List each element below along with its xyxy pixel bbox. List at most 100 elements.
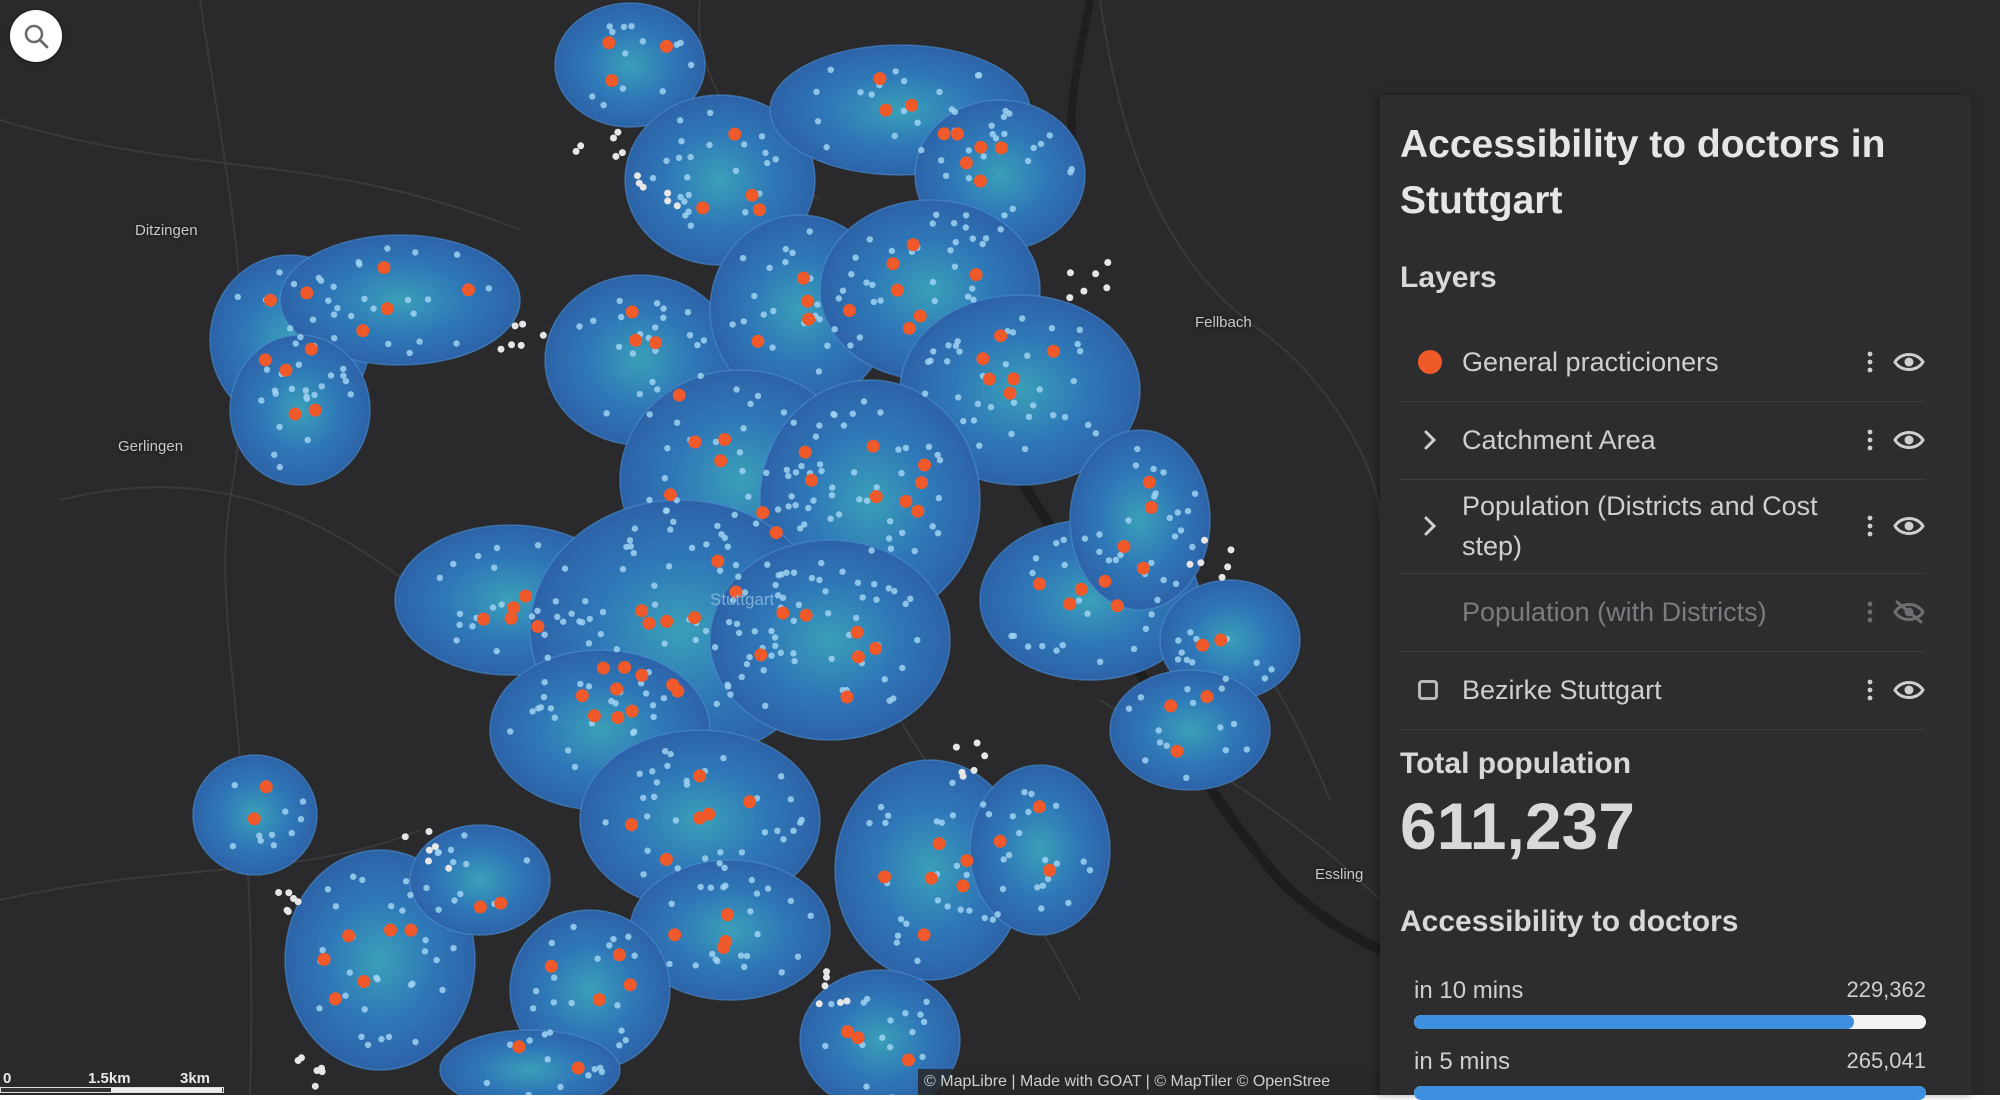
doctor-dot[interactable] [751,334,765,348]
doctor-dot[interactable] [660,614,674,628]
doctor-dot[interactable] [851,650,865,664]
doctor-dot[interactable] [279,363,293,377]
doctor-dot[interactable] [625,818,638,832]
chevron-right-icon[interactable] [1418,514,1442,538]
doctor-dot[interactable] [531,620,545,633]
map-attribution[interactable]: © MapLibre | Made with GOAT | © MapTiler… [918,1069,1390,1095]
doctor-dot[interactable] [851,1031,865,1045]
doctor-dot[interactable] [805,473,818,487]
doctor-dot[interactable] [714,454,728,468]
doctor-dot[interactable] [625,704,639,718]
doctor-dot[interactable] [602,36,616,50]
doctor-dot[interactable] [976,352,990,366]
doctor-dot[interactable] [575,689,589,703]
doctor-dot[interactable] [462,283,475,297]
doctor-dot[interactable] [902,1053,915,1067]
doctor-dot[interactable] [993,834,1007,848]
doctor-dot[interactable] [913,309,927,323]
doctor-dot[interactable] [721,908,734,922]
doctor-dot[interactable] [660,39,673,53]
doctor-dot[interactable] [611,711,625,724]
doctor-dot[interactable] [932,837,946,851]
layer-row-general-practitioners[interactable]: General practicioners [1400,323,1925,402]
more-options-icon[interactable] [1865,600,1875,624]
doctor-dot[interactable] [1117,540,1131,553]
visibility-eye-icon[interactable] [1893,428,1925,452]
doctor-dot[interactable] [797,271,810,285]
doctor-dot[interactable] [612,948,626,962]
doctor-dot[interactable] [1142,475,1156,489]
doctor-dot[interactable] [1063,597,1077,611]
doctor-dot[interactable] [587,709,601,723]
doctor-dot[interactable] [642,616,656,630]
doctor-dot[interactable] [1170,744,1184,758]
doctor-dot[interactable] [911,504,925,518]
doctor-dot[interactable] [592,993,606,1007]
doctor-dot[interactable] [1196,638,1210,652]
doctor-dot[interactable] [902,321,916,335]
doctor-dot[interactable] [905,98,919,112]
chevron-right-icon[interactable] [1418,428,1442,452]
doctor-dot[interactable] [745,188,759,202]
doctor-dot[interactable] [596,661,610,675]
doctor-dot[interactable] [300,286,314,300]
doctor-dot[interactable] [605,74,619,87]
doctor-dot[interactable] [802,312,816,326]
search-button[interactable] [10,10,62,62]
doctor-dot[interactable] [247,812,261,826]
more-options-icon[interactable] [1865,678,1875,702]
doctor-dot[interactable] [635,668,649,682]
doctor-dot[interactable] [886,257,900,271]
doctor-dot[interactable] [629,333,643,347]
doctor-dot[interactable] [1074,582,1088,596]
doctor-dot[interactable] [873,72,887,86]
doctor-dot[interactable] [918,458,931,472]
doctor-dot[interactable] [956,879,970,893]
doctor-dot[interactable] [512,1040,526,1054]
doctor-dot[interactable] [776,606,790,620]
doctor-dot[interactable] [982,372,996,386]
doctor-dot[interactable] [974,140,988,154]
doctor-dot[interactable] [878,870,892,884]
doctor-dot[interactable] [1047,344,1061,358]
doctor-dot[interactable] [1043,863,1057,877]
doctor-dot[interactable] [1214,633,1228,647]
doctor-dot[interactable] [994,329,1008,343]
doctor-dot[interactable] [693,811,707,825]
doctor-dot[interactable] [973,174,987,188]
more-options-icon[interactable] [1865,428,1875,452]
doctor-dot[interactable] [1003,386,1017,400]
doctor-dot[interactable] [879,103,893,117]
doctor-dot[interactable] [404,923,418,937]
doctor-dot[interactable] [649,336,663,350]
doctor-dot[interactable] [924,871,938,885]
doctor-dot[interactable] [666,678,680,692]
doctor-dot[interactable] [380,302,394,316]
layer-row-population-with-districts[interactable]: Population (with Districts) [1400,573,1925,652]
doctor-dot[interactable] [384,923,397,937]
doctor-dot[interactable] [801,294,815,308]
doctor-dot[interactable] [840,690,854,704]
doctor-dot[interactable] [951,127,964,141]
doctor-dot[interactable] [743,795,757,809]
doctor-dot[interactable] [1098,574,1112,588]
doctor-dot[interactable] [259,780,273,794]
doctor-dot[interactable] [328,992,342,1006]
doctor-dot[interactable] [718,433,732,446]
doctor-dot[interactable] [635,604,649,618]
doctor-dot[interactable] [1032,800,1046,814]
doctor-dot[interactable] [850,625,864,639]
doctor-dot[interactable] [663,488,677,502]
doctor-dot[interactable] [769,526,783,540]
doctor-dot[interactable] [798,445,812,459]
doctor-dot[interactable] [377,261,391,275]
doctor-dot[interactable] [304,342,318,356]
layer-checkbox[interactable] [1418,680,1438,700]
visibility-eye-icon[interactable] [1893,350,1925,374]
doctor-dot[interactable] [959,156,973,170]
layer-row-catchment-area[interactable]: Catchment Area [1400,401,1925,480]
doctor-dot[interactable] [869,490,883,504]
doctor-dot[interactable] [711,554,725,568]
doctor-dot[interactable] [1007,372,1021,386]
doctor-dot[interactable] [623,978,637,992]
